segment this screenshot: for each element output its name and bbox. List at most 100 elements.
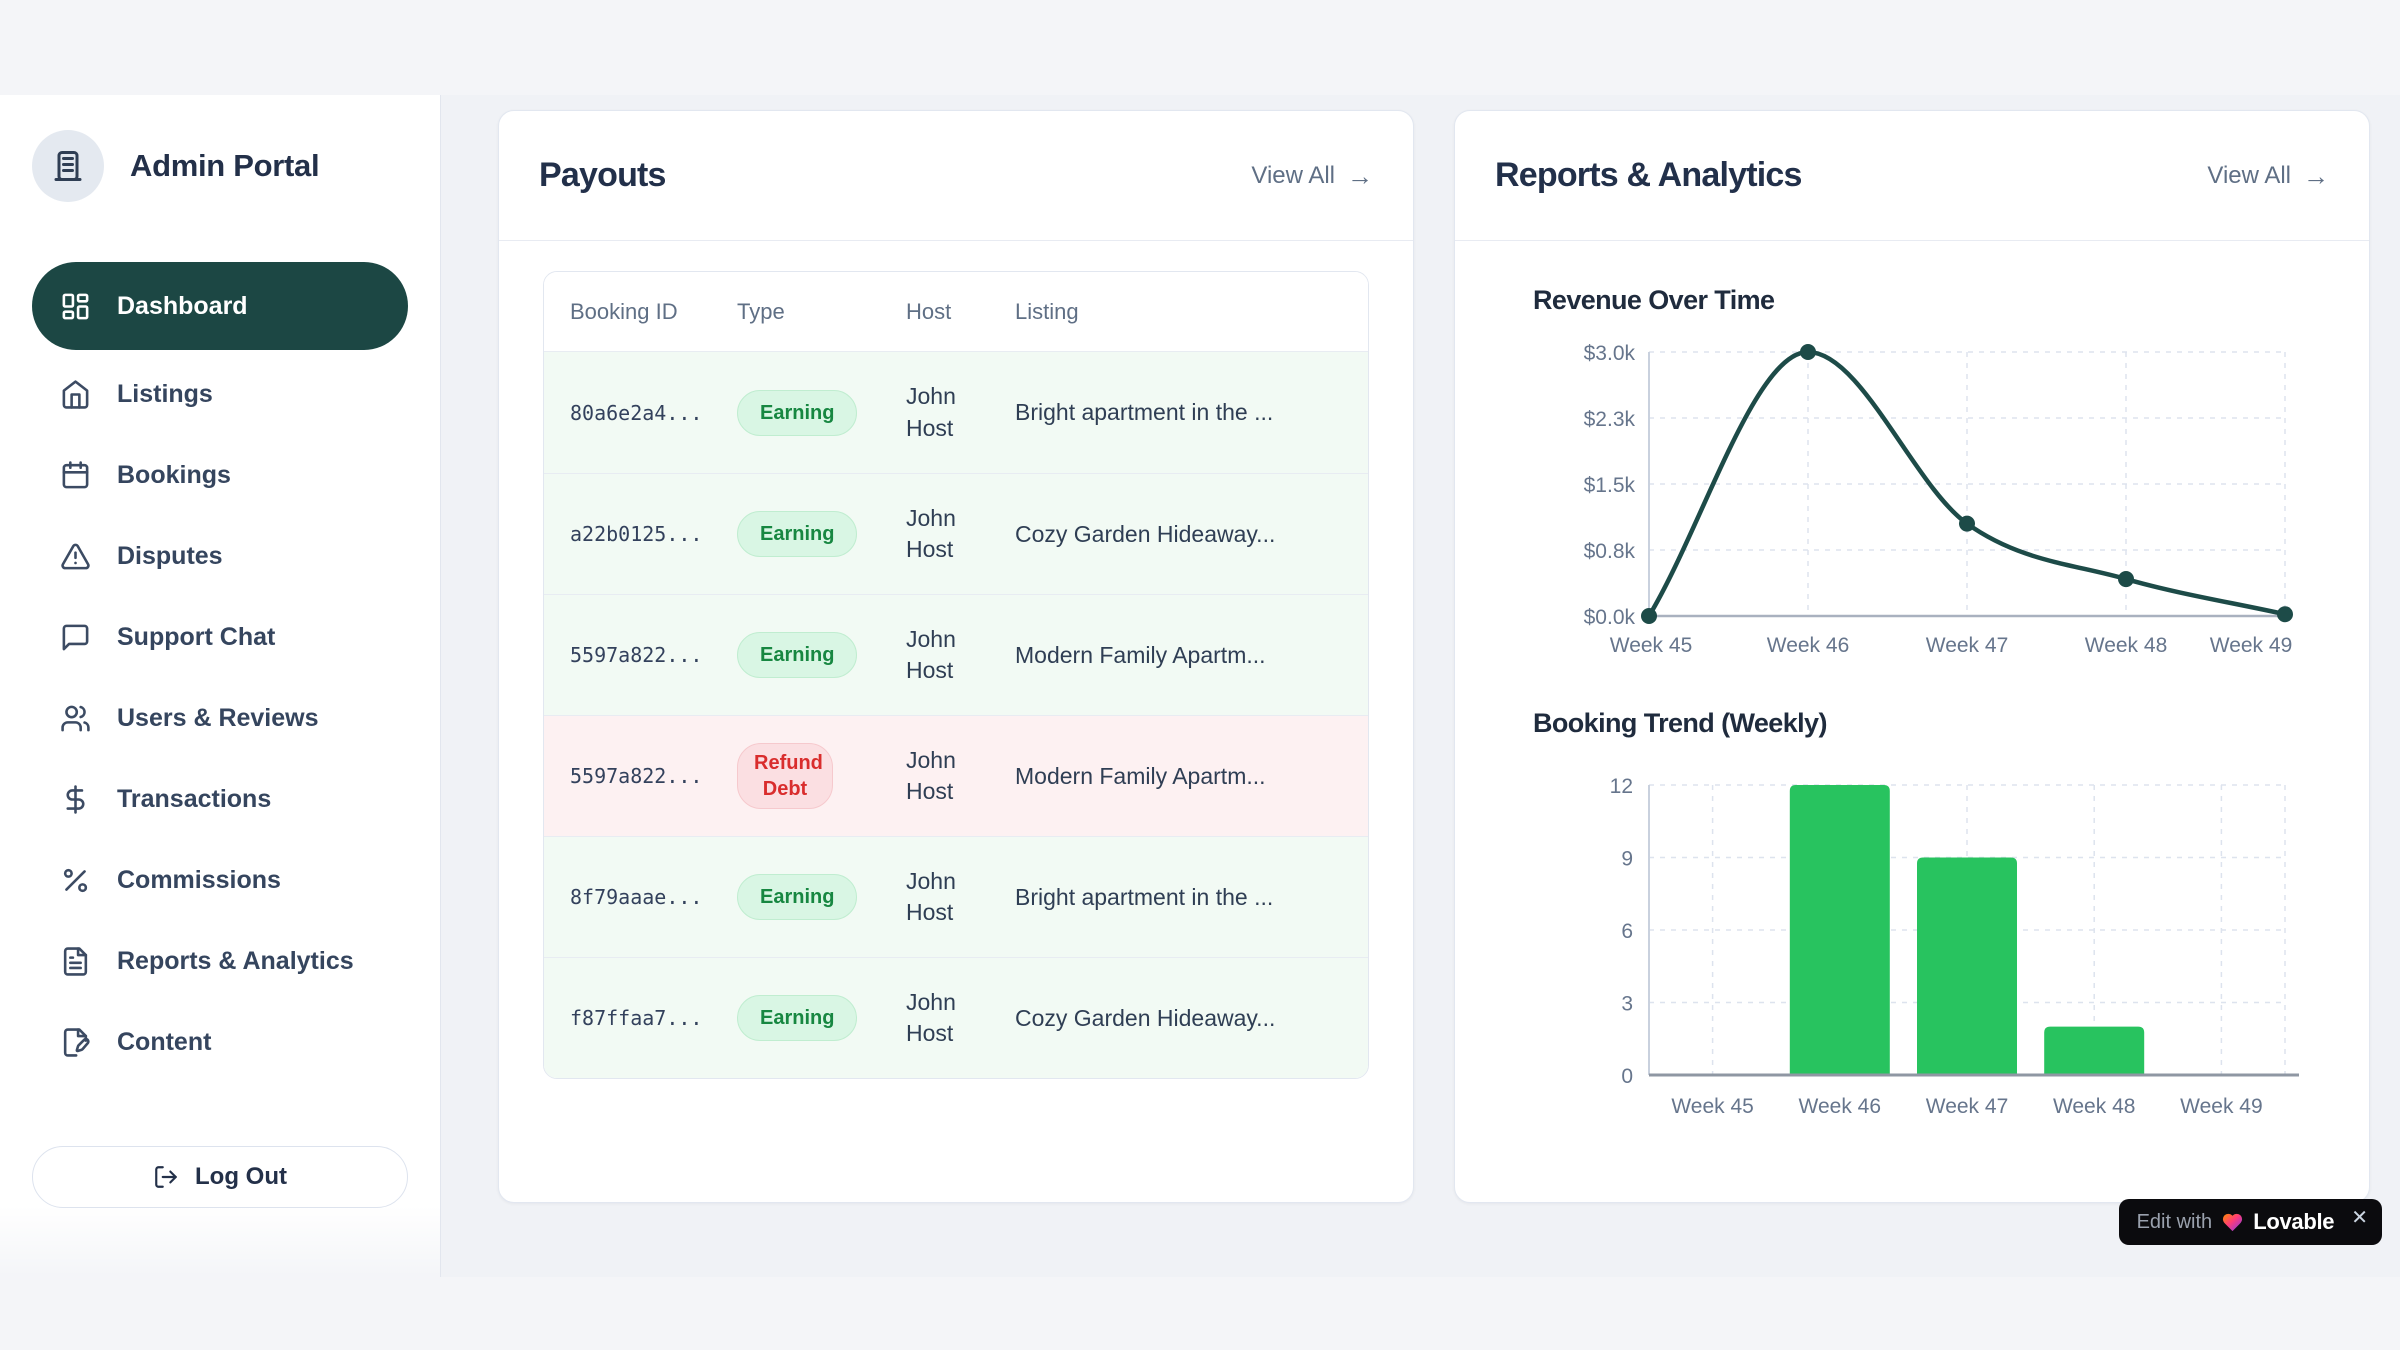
lovable-label: Lovable: [2253, 1186, 2334, 1258]
host-name: John Host: [906, 381, 1001, 443]
payout-row[interactable]: f87ffaa7...EarningJohn HostCozy Garden H…: [544, 957, 1368, 1078]
sidebar-item-label: Listings: [117, 380, 213, 409]
sidebar-item-support-chat[interactable]: Support Chat: [32, 597, 408, 678]
axis-tick-label: 0: [1621, 1065, 1633, 1088]
axis-tick-label: Week 48: [2053, 1095, 2136, 1118]
edit-with-lovable-badge[interactable]: Edit with Lovable ✕: [2119, 1199, 2382, 1245]
booking-bar-chart: 036912Week 45Week 46Week 47Week 48Week 4…: [1499, 757, 2319, 1129]
sidebar-item-label: Content: [117, 1028, 211, 1057]
booking-id: a22b0125...: [570, 522, 702, 546]
data-point: [2277, 606, 2293, 622]
file-pen-icon: [60, 1027, 91, 1058]
payout-row[interactable]: 8f79aaae...EarningJohn HostBright apartm…: [544, 836, 1368, 957]
table-header-row: Booking IDTypeHostListing: [544, 272, 1368, 352]
booking-id: f87ffaa7...: [570, 1006, 702, 1030]
axis-tick-label: $0.8k: [1584, 540, 1636, 563]
arrow-right-icon: →: [1347, 163, 1373, 189]
type-badge: Earning: [737, 874, 857, 920]
bar: [1790, 785, 1890, 1075]
axis-tick-label: $3.0k: [1584, 342, 1636, 365]
axis-tick-label: $0.0k: [1584, 606, 1636, 629]
main-content: Payouts View All → Booking IDTypeHostLis…: [440, 95, 2400, 1277]
chat-icon: [60, 622, 91, 653]
listing-name: Modern Family Apartm...: [1015, 763, 1352, 790]
listing-name: Bright apartment in the ...: [1015, 884, 1352, 911]
axis-tick-label: 3: [1621, 993, 1633, 1016]
payout-row[interactable]: 5597a822...Refund DebtJohn HostModern Fa…: [544, 715, 1368, 836]
axis-tick-label: Week 49: [2210, 634, 2293, 657]
sidebar-item-bookings[interactable]: Bookings: [32, 435, 408, 516]
sidebar-item-label: Support Chat: [117, 623, 275, 652]
reports-card-header: Reports & Analytics View All →: [1455, 111, 2369, 241]
column-header: Booking ID: [544, 272, 737, 352]
bar: [2044, 1027, 2144, 1075]
listing-name: Bright apartment in the ...: [1015, 399, 1352, 426]
booking-id: 5597a822...: [570, 643, 702, 667]
sidebar-item-content[interactable]: Content: [32, 1002, 408, 1083]
payouts-card: Payouts View All → Booking IDTypeHostLis…: [498, 110, 1414, 1203]
logout-icon: [153, 1164, 179, 1190]
payout-row[interactable]: a22b0125...EarningJohn HostCozy Garden H…: [544, 473, 1368, 594]
data-point: [1800, 344, 1816, 360]
percent-icon: [60, 865, 91, 896]
sidebar-item-listings[interactable]: Listings: [32, 354, 408, 435]
sidebar-item-commissions[interactable]: Commissions: [32, 840, 408, 921]
arrow-right-icon: →: [2303, 163, 2329, 189]
logout-button[interactable]: Log Out: [32, 1146, 408, 1208]
revenue-chart-section: Revenue Over Time $0.0k$0.8k$1.5k$2.3k$3…: [1455, 241, 2369, 664]
axis-tick-label: 9: [1621, 848, 1633, 871]
payout-row[interactable]: 80a6e2a4...EarningJohn HostBright apartm…: [544, 352, 1368, 473]
lovable-heart-icon: [2221, 1211, 2244, 1234]
sidebar-item-disputes[interactable]: Disputes: [32, 516, 408, 597]
building-icon: [32, 130, 104, 202]
booking-id: 80a6e2a4...: [570, 401, 702, 425]
payouts-table-wrap: Booking IDTypeHostListing 80a6e2a4...Ear…: [499, 241, 1413, 1079]
axis-tick-label: Week 48: [2085, 634, 2168, 657]
sidebar-item-dashboard[interactable]: Dashboard: [32, 262, 408, 350]
dollar-icon: [60, 784, 91, 815]
host-name: John Host: [906, 745, 1001, 807]
axis-tick-label: Week 45: [1671, 1095, 1754, 1118]
app-title: Admin Portal: [130, 148, 319, 184]
payout-row[interactable]: 5597a822... Earning John Host Modern Family…: [544, 594, 1368, 715]
host-name: John Host: [906, 624, 1001, 686]
calendar-icon: [60, 460, 91, 491]
axis-tick-label: Week 45: [1610, 634, 1693, 657]
host-name: John Host: [906, 503, 1001, 565]
axis-tick-label: $2.3k: [1584, 408, 1636, 431]
file-text-icon: [60, 946, 91, 977]
listing-name: Modern Family Apartm...: [1015, 642, 1352, 669]
sidebar-item-label: Reports & Analytics: [117, 947, 354, 976]
listing-name: Cozy Garden Hideaway...: [1015, 1005, 1352, 1032]
view-all-label: View All: [1251, 162, 1335, 190]
data-point: [1641, 608, 1657, 624]
axis-tick-label: 6: [1621, 920, 1633, 943]
close-icon[interactable]: ✕: [2351, 1205, 2368, 1230]
sidebar-item-reports-analytics[interactable]: Reports & Analytics: [32, 921, 408, 1002]
payouts-table: Booking IDTypeHostListing 80a6e2a4...Ear…: [543, 271, 1369, 1079]
sidebar-item-label: Bookings: [117, 461, 231, 490]
column-header: Type: [737, 272, 906, 352]
sidebar-item-label: Commissions: [117, 866, 281, 895]
sidebar-nav: Dashboard Listings Bookings Disputes Support…: [32, 262, 408, 1083]
sidebar-item-label: Dashboard: [117, 292, 248, 321]
type-badge: Earning: [737, 632, 857, 678]
payouts-view-all-link[interactable]: View All →: [1251, 162, 1373, 190]
axis-tick-label: Week 46: [1799, 1095, 1882, 1118]
sidebar-item-users-reviews[interactable]: Users & Reviews: [32, 678, 408, 759]
users-icon: [60, 703, 91, 734]
view-all-label: View All: [2207, 162, 2291, 190]
brand: Admin Portal: [32, 130, 408, 202]
data-point: [1959, 516, 1975, 532]
sidebar-item-transactions[interactable]: Transactions: [32, 759, 408, 840]
payouts-title: Payouts: [539, 156, 666, 195]
sidebar-item-label: Transactions: [117, 785, 271, 814]
type-badge: Earning: [737, 995, 857, 1041]
bar: [1917, 858, 2017, 1076]
sidebar: Admin Portal Dashboard Listings Bookings Di…: [0, 95, 440, 1277]
edit-with-label: Edit with: [2137, 1211, 2213, 1234]
reports-view-all-link[interactable]: View All →: [2207, 162, 2329, 190]
sidebar-item-label: Disputes: [117, 542, 223, 571]
home-icon: [60, 379, 91, 410]
revenue-line-chart: $0.0k$0.8k$1.5k$2.3k$3.0kWeek 45Week 46W…: [1499, 334, 2319, 664]
